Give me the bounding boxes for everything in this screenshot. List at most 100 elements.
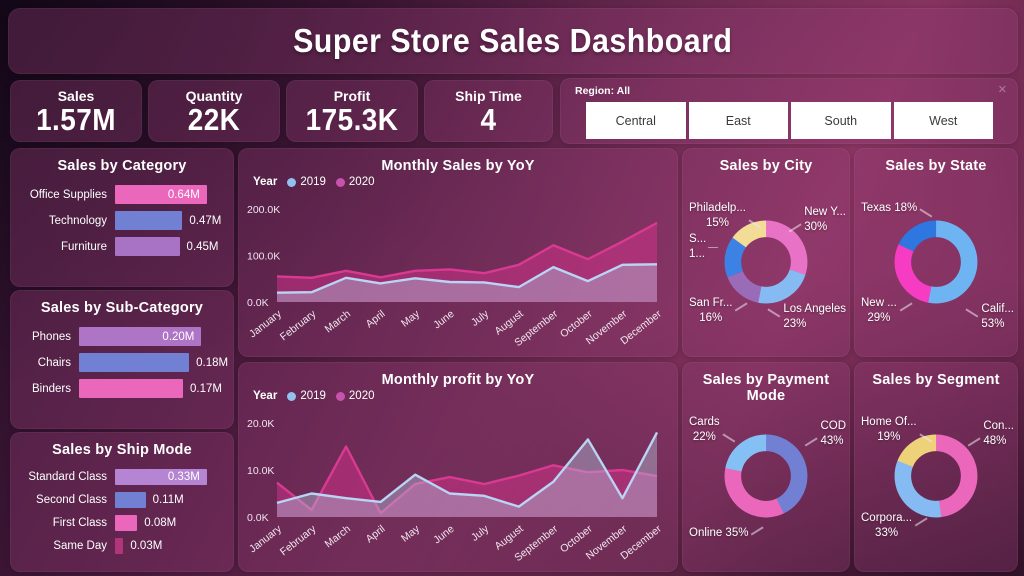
bar-category-label: Chairs (21, 357, 79, 369)
kpi-card-sales: Sales 1.57M (10, 80, 142, 142)
legend-dot (287, 178, 296, 187)
svg-text:April: April (364, 308, 388, 330)
donut-label: Cards22% (689, 415, 720, 445)
bar[interactable] (79, 379, 183, 398)
kpi-card-quantity: Quantity 22K (148, 80, 280, 142)
donut-chart-city[interactable]: New Y...30%Los Angeles23%San Fr...16%S..… (683, 177, 849, 356)
bar-value-label: 0.18M (196, 357, 228, 369)
bar-row[interactable]: Second Class0.11M (21, 489, 223, 511)
bar-row[interactable]: First Class 0.08M (21, 512, 223, 534)
donut-label: Home Of...19% (861, 415, 917, 445)
bar-row[interactable]: Standard Class0.33M (21, 466, 223, 488)
donut-label: Con...48% (983, 419, 1014, 449)
clear-filter-icon[interactable]: ✕ (998, 83, 1007, 96)
bar[interactable] (115, 515, 137, 531)
legend-item-2020[interactable]: 2020 (336, 390, 375, 402)
donut-chart-segment[interactable]: Con...48% Corpora...33% Home Of...19% (855, 391, 1017, 571)
bar[interactable] (115, 211, 182, 230)
bar[interactable] (79, 353, 189, 372)
legend-title: Year (253, 390, 277, 402)
svg-text:0.0K: 0.0K (247, 512, 269, 524)
bar-value-label: 0.45M (187, 241, 219, 253)
legend-item-2019[interactable]: 2019 (287, 176, 326, 188)
svg-text:July: July (469, 307, 492, 328)
region-option-south[interactable]: South (791, 102, 891, 139)
bar-category-label: Second Class (21, 494, 115, 506)
dashboard-title-bar: Super Store Sales Dashboard (8, 8, 1018, 74)
bar-category-label: First Class (21, 517, 115, 529)
donut-label: San Fr...16% (689, 296, 732, 326)
donut-label: Los Angeles23% (783, 302, 846, 332)
svg-text:March: March (323, 308, 354, 336)
donut-label: Online 35% (689, 526, 748, 541)
bar-chart-category[interactable]: Office Supplies0.64MTechnology0.47MFurni… (11, 182, 233, 259)
bar-row[interactable]: Office Supplies0.64M (21, 182, 223, 207)
bar-row[interactable]: Chairs0.18M (21, 350, 223, 375)
bar-row[interactable]: Binders0.17M (21, 376, 223, 401)
donut-label: COD43% (820, 419, 846, 449)
panel-title: Sales by Category (17, 158, 227, 174)
legend-label: 2019 (300, 176, 326, 188)
donut-chart-state[interactable]: Calif...53% New ...29% Texas 18% (855, 177, 1017, 356)
panel-title: Sales by Sub-Category (17, 300, 227, 316)
region-option-east[interactable]: East (689, 102, 789, 139)
bar-chart-shipmode[interactable]: Standard Class0.33MSecond Class0.11MFirs… (11, 466, 233, 557)
bar-value-label: 0.17M (190, 383, 222, 395)
panel-sales-by-state: Sales by State Calif...53% New ...29% Texa… (854, 148, 1018, 357)
chart-legend: Year 2019 2020 (253, 176, 375, 188)
donut-label: Texas 18% (861, 201, 917, 216)
bar-value-label: 0.47M (189, 215, 221, 227)
kpi-value: 22K (156, 104, 273, 136)
kpi-value: 1.57M (18, 104, 135, 136)
bar-row[interactable]: Furniture0.45M (21, 234, 223, 259)
svg-text:0.0K: 0.0K (247, 297, 269, 309)
bar[interactable] (115, 492, 146, 508)
bar[interactable] (115, 237, 180, 256)
legend-item-2019[interactable]: 2019 (287, 390, 326, 402)
legend-label: 2020 (349, 390, 375, 402)
donut-label: Calif...53% (981, 302, 1014, 332)
bar[interactable]: 0.64M (115, 185, 207, 204)
bar[interactable]: 0.20M (79, 327, 201, 346)
svg-text:May: May (399, 307, 423, 329)
legend-dot (287, 392, 296, 401)
kpi-card-profit: Profit 175.3K (286, 80, 418, 142)
legend-item-2020[interactable]: 2020 (336, 176, 375, 188)
region-slicer-header: Region: All (561, 79, 1017, 97)
bar-row[interactable]: Technology0.47M (21, 208, 223, 233)
region-option-west[interactable]: West (894, 102, 994, 139)
bar-row[interactable]: Same Day0.03M (21, 535, 223, 557)
donut-label: Corpora...33% (861, 511, 912, 541)
svg-text:June: June (431, 523, 456, 547)
panel-sales-by-segment: Sales by Segment Con...48%Corpora...33%H… (854, 362, 1018, 572)
bar-value-label: 0.08M (144, 517, 176, 529)
bar-category-label: Phones (21, 331, 79, 343)
kpi-card-ship-time: Ship Time 4 (424, 80, 553, 142)
bar[interactable]: 0.33M (115, 469, 207, 485)
bar-chart-subcategory[interactable]: Phones0.20MChairs0.18MBinders0.17M (11, 324, 233, 401)
donut-label: New ...29% (861, 296, 897, 326)
donut-chart-payment[interactable]: COD43% Online 35% Cards22% (683, 391, 849, 571)
bar[interactable] (115, 538, 123, 554)
kpi-value: 175.3K (294, 104, 411, 136)
svg-text:February: February (278, 307, 319, 343)
donut-label: New Y...30% (804, 205, 846, 235)
bar-value-label: 0.64M (168, 189, 200, 201)
legend-dot (336, 392, 345, 401)
area-chart-monthly-sales[interactable]: 0.0K100.0K200.0KJanuaryFebruaryMarchApri… (247, 195, 669, 350)
panel-sales-by-ship-mode: Sales by Ship Mode Standard Class0.33MSe… (10, 432, 234, 572)
svg-text:April: April (364, 523, 388, 545)
panel-title: Sales by City (689, 158, 843, 174)
region-options: Central East South West (586, 102, 993, 139)
area-chart-monthly-profit[interactable]: 0.0K10.0K20.0KJanuaryFebruaryMarchAprilM… (247, 409, 669, 565)
legend-label: 2020 (349, 176, 375, 188)
legend-title: Year (253, 176, 277, 188)
page-title: Super Store Sales Dashboard (293, 22, 732, 60)
svg-text:20.0K: 20.0K (247, 418, 274, 430)
chart-legend: Year 2019 2020 (253, 390, 375, 402)
svg-text:10.0K: 10.0K (247, 465, 274, 477)
bar-row[interactable]: Phones0.20M (21, 324, 223, 349)
dashboard-canvas: Super Store Sales Dashboard Sales 1.57M … (0, 0, 1024, 576)
region-option-central[interactable]: Central (586, 102, 686, 139)
panel-title: Sales by State (861, 158, 1011, 174)
